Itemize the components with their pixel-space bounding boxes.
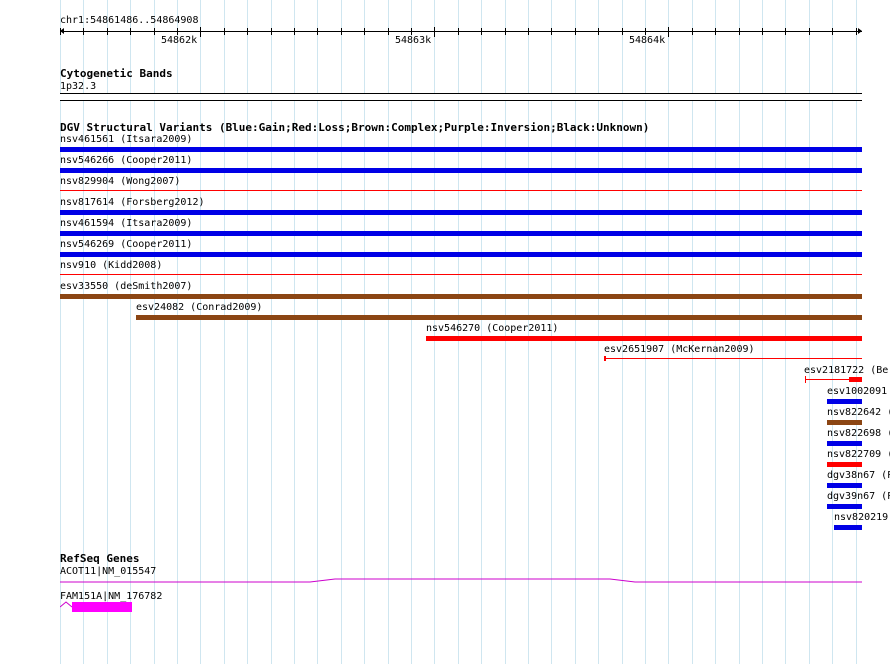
ruler-tick xyxy=(551,28,552,35)
dgv-feature-bar[interactable] xyxy=(60,147,862,152)
ruler-tick xyxy=(130,28,131,35)
ruler-tick xyxy=(434,27,435,37)
ruler-tick xyxy=(762,28,763,35)
ruler-tick xyxy=(271,28,272,35)
dgv-feature-label: nsv829904 (Wong2007) xyxy=(60,176,181,187)
dgv-feature-label: esv1002091 xyxy=(827,386,888,397)
dgv-feature-label: esv33550 (deSmith2007) xyxy=(60,281,193,292)
ruler-tick xyxy=(294,28,295,35)
ruler-tick xyxy=(317,28,318,35)
dgv-feature-end-tick xyxy=(805,376,806,383)
ruler-right-arrow-icon[interactable] xyxy=(858,28,862,34)
ruler-tick xyxy=(481,28,482,35)
ruler-tick xyxy=(458,28,459,35)
dgv-feature-label: nsv822698 ( xyxy=(827,428,890,439)
ruler-tick xyxy=(715,28,716,35)
dgv-feature-bar[interactable] xyxy=(827,462,862,467)
dgv-feature-bar[interactable] xyxy=(60,168,862,173)
ruler-tick xyxy=(505,28,506,35)
gene-fam151a[interactable] xyxy=(60,601,140,615)
ruler-tick xyxy=(832,28,833,35)
dgv-feature-bar[interactable] xyxy=(60,190,862,191)
ruler-tick xyxy=(388,28,389,35)
dgv-feature-label: nsv822709 ( xyxy=(827,449,890,460)
ruler-tick xyxy=(809,28,810,35)
dgv-feature-bar[interactable] xyxy=(604,358,862,359)
dgv-feature-label: nsv546266 (Cooper2011) xyxy=(60,155,193,166)
dgv-feature-bar[interactable] xyxy=(827,441,862,446)
ruler-tick xyxy=(247,28,248,35)
dgv-feature-bar[interactable] xyxy=(827,483,862,488)
dgv-feature-end-tick xyxy=(604,356,606,361)
ruler-tick xyxy=(60,28,61,35)
dgv-feature-bar[interactable] xyxy=(827,420,862,425)
dgv-feature-bar[interactable] xyxy=(60,252,862,257)
ruler-tick xyxy=(645,28,646,35)
ruler-tick-label: 54864k xyxy=(629,35,666,46)
dgv-feature-label: nsv546270 (Cooper2011) xyxy=(426,323,559,334)
ruler-tick xyxy=(668,27,669,37)
dgv-feature-label: nsv820219 xyxy=(834,512,889,523)
dgv-feature-label: esv2651907 (McKernan2009) xyxy=(604,344,755,355)
ruler-axis xyxy=(60,31,862,32)
ruler-tick xyxy=(575,28,576,35)
ruler-tick xyxy=(856,28,857,35)
ruler-tick xyxy=(107,28,108,35)
ruler-tick xyxy=(622,28,623,35)
ruler-tick xyxy=(154,28,155,35)
ruler-tick xyxy=(83,28,84,35)
dgv-feature-label: nsv910 (Kidd2008) xyxy=(60,260,163,271)
dgv-feature-label: esv24082 (Conrad2009) xyxy=(136,302,263,313)
ruler-tick xyxy=(177,28,178,35)
dgv-track-title[interactable]: DGV Structural Variants (Blue:Gain;Red:L… xyxy=(60,122,649,134)
dgv-feature-bar[interactable] xyxy=(60,274,862,275)
ruler-tick xyxy=(739,28,740,35)
dgv-feature-label: esv2181722 (Ber xyxy=(804,365,890,376)
ruler-tick xyxy=(692,28,693,35)
dgv-feature-label: dgv39n67 (P xyxy=(827,491,890,502)
dgv-feature-label: dgv38n67 (P xyxy=(827,470,890,481)
dgv-feature-bar[interactable] xyxy=(60,210,862,215)
ruler-tick xyxy=(528,28,529,35)
dgv-feature-bar[interactable] xyxy=(60,231,862,236)
cytoband-lower-border xyxy=(60,100,862,101)
ruler-tick xyxy=(598,28,599,35)
dgv-feature-label: nsv817614 (Forsberg2012) xyxy=(60,197,205,208)
dgv-feature-bar[interactable] xyxy=(827,504,862,509)
dgv-feature-label: nsv822642 ( xyxy=(827,407,890,418)
ruler-position: chr1:54861486..54864908 xyxy=(60,15,199,26)
dgv-feature-bar[interactable] xyxy=(827,399,862,404)
dgv-feature-bar[interactable] xyxy=(834,525,862,530)
ruler-tick-label: 54862k xyxy=(161,35,198,46)
ruler-tick xyxy=(411,28,412,35)
ruler-tick xyxy=(364,28,365,35)
dgv-feature-bar[interactable] xyxy=(426,336,862,341)
dgv-feature-exon[interactable] xyxy=(849,377,862,382)
dgv-feature-label: nsv461594 (Itsara2009) xyxy=(60,218,193,229)
ruler-tick-label: 54863k xyxy=(395,35,432,46)
ruler-tick xyxy=(200,27,201,37)
refseq-track-title[interactable]: RefSeq Genes xyxy=(60,553,139,565)
dgv-feature-bar[interactable] xyxy=(136,315,862,320)
ruler-tick xyxy=(785,28,786,35)
cytoband-track-title[interactable]: Cytogenetic Bands xyxy=(60,68,173,80)
ruler-tick xyxy=(224,28,225,35)
dgv-feature-label: nsv546269 (Cooper2011) xyxy=(60,239,193,250)
dgv-feature-label: nsv461561 (Itsara2009) xyxy=(60,134,193,145)
ruler-tick xyxy=(341,28,342,35)
dgv-feature-bar[interactable] xyxy=(60,294,862,299)
gene-acot11[interactable] xyxy=(60,574,862,588)
cytoband-label: 1p32.3 xyxy=(60,81,97,92)
